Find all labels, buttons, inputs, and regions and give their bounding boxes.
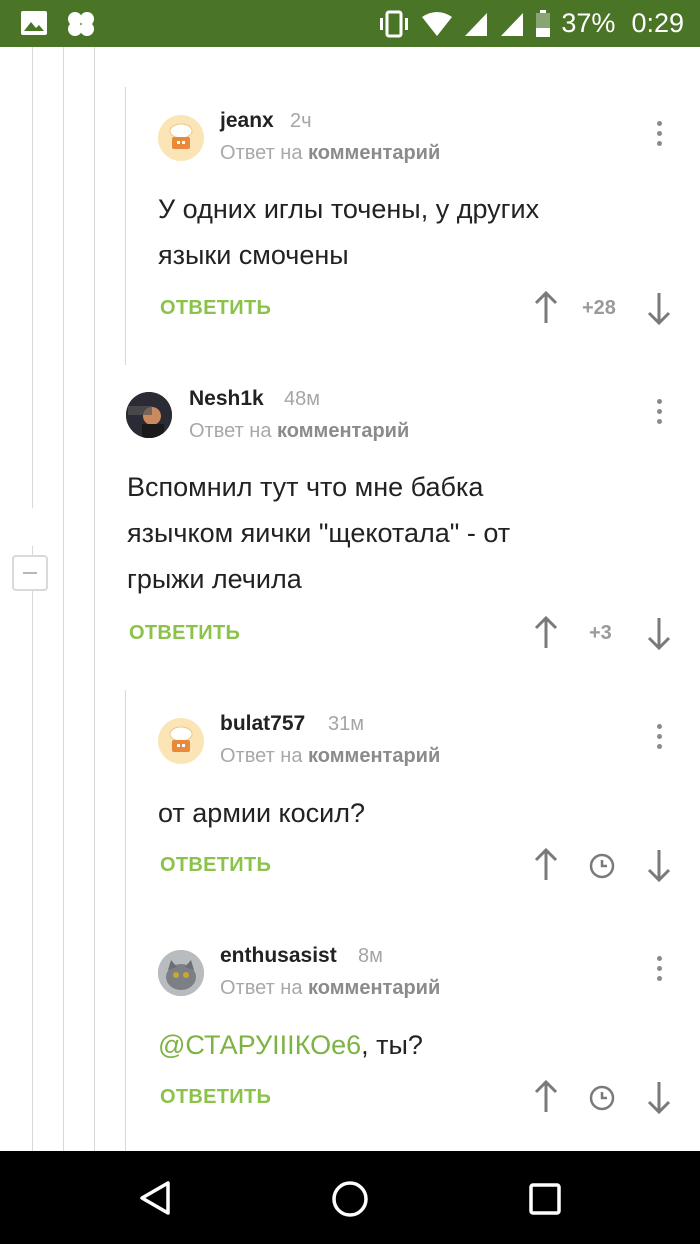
reply-to-prefix: Ответ на (189, 420, 272, 442)
reply-button[interactable]: ОТВЕТИТЬ (160, 297, 271, 320)
reply-to-target[interactable]: комментарий (308, 745, 440, 767)
vote-score: +28 (582, 297, 616, 319)
comment-author[interactable]: Nesh1k (189, 387, 264, 411)
more-options-icon[interactable] (647, 119, 671, 153)
battery-percent: 37% (561, 8, 616, 38)
more-options-icon[interactable] (647, 397, 671, 431)
user-mention-link[interactable]: @СТАРУIIIКОе6 (158, 1030, 361, 1060)
vote-score: +3 (589, 622, 612, 644)
avatar[interactable] (158, 115, 204, 161)
comment-text-line: Вспомнил тут что мне бабка (127, 472, 484, 502)
reply-to-line[interactable]: Ответ на комментарий (220, 977, 440, 1000)
default-avatar-icon (169, 726, 193, 752)
cat-avatar-icon (158, 950, 204, 996)
comment-time: 8м (358, 945, 383, 967)
reply-to-line[interactable]: Ответ на комментарий (220, 142, 440, 165)
downvote-icon[interactable] (646, 616, 672, 650)
home-icon[interactable] (331, 1180, 369, 1218)
upvote-icon[interactable] (533, 616, 559, 650)
back-icon[interactable] (138, 1180, 174, 1216)
comment-text: @СТАРУIIIКОе6, ты? (158, 1022, 423, 1068)
comment-author[interactable]: jeanx (220, 109, 274, 133)
vibrate-icon (380, 10, 409, 37)
reply-to-prefix: Ответ на (220, 142, 303, 164)
downvote-icon[interactable] (646, 1080, 672, 1114)
comment-text-line: языки смочены (158, 240, 349, 270)
image-notification-icon (21, 11, 47, 35)
reply-to-line[interactable]: Ответ на комментарий (220, 745, 440, 768)
battery-icon (536, 9, 551, 37)
avatar[interactable] (158, 950, 204, 996)
upvote-icon[interactable] (533, 291, 559, 325)
reply-to-prefix: Ответ на (220, 745, 303, 767)
comment-author[interactable]: enthusasist (220, 944, 337, 968)
comment-author[interactable]: bulat757 (220, 712, 305, 736)
collapse-thread-button[interactable] (12, 555, 48, 591)
clock-icon (589, 853, 615, 879)
comment-text-line: грыжи лечила (127, 564, 302, 594)
thread-line (125, 87, 126, 365)
more-options-icon[interactable] (647, 954, 671, 988)
reply-button[interactable]: ОТВЕТИТЬ (160, 854, 271, 877)
comment-text-line: язычком яички "щекотала" - от (127, 518, 511, 548)
comment-text: Вспомнил тут что мне бабка язычком яички… (127, 464, 510, 602)
thread-line (125, 690, 126, 1151)
user-photo-icon (126, 392, 172, 438)
comment-text: У одних иглы точены, у других языки смоч… (158, 186, 539, 278)
comment-time: 31м (328, 713, 364, 735)
clock-icon (589, 1085, 615, 1111)
avatar[interactable] (158, 718, 204, 764)
comment-text-line: от армии косил? (158, 798, 366, 828)
comment-text-line: У одних иглы точены, у других (158, 194, 540, 224)
comment-time: 48м (284, 388, 320, 410)
comment-time: 2ч (290, 110, 312, 132)
downvote-icon[interactable] (646, 848, 672, 882)
cell-signal-2-icon (501, 12, 524, 36)
reply-button[interactable]: ОТВЕТИТЬ (129, 622, 240, 645)
avatar[interactable] (126, 392, 172, 438)
upvote-icon[interactable] (533, 848, 559, 882)
clock: 0:29 (631, 8, 684, 38)
wifi-icon (422, 11, 453, 36)
cell-signal-icon (465, 12, 488, 36)
default-avatar-icon (169, 123, 193, 149)
comments-area: jeanx 2ч Ответ на комментарий У одних иг… (0, 47, 700, 1151)
reply-to-line[interactable]: Ответ на комментарий (189, 420, 409, 443)
thread-line (63, 47, 64, 1151)
reply-to-target[interactable]: комментарий (308, 977, 440, 999)
thread-line (32, 546, 33, 1151)
reply-button[interactable]: ОТВЕТИТЬ (160, 1086, 271, 1109)
reply-to-target[interactable]: комментарий (308, 142, 440, 164)
downvote-icon[interactable] (646, 291, 672, 325)
app-notification-icon (68, 12, 94, 36)
recent-apps-icon[interactable] (528, 1182, 562, 1216)
upvote-icon[interactable] (533, 1080, 559, 1114)
thread-line (94, 47, 95, 1151)
thread-line (32, 47, 33, 508)
status-bar: 37% 0:29 (0, 0, 700, 47)
reply-to-prefix: Ответ на (220, 977, 303, 999)
reply-to-target[interactable]: комментарий (277, 420, 409, 442)
comment-text: от армии косил? (158, 790, 365, 836)
comment-text-rest: , ты? (361, 1030, 423, 1060)
system-nav-bar (0, 1151, 700, 1244)
more-options-icon[interactable] (647, 722, 671, 756)
